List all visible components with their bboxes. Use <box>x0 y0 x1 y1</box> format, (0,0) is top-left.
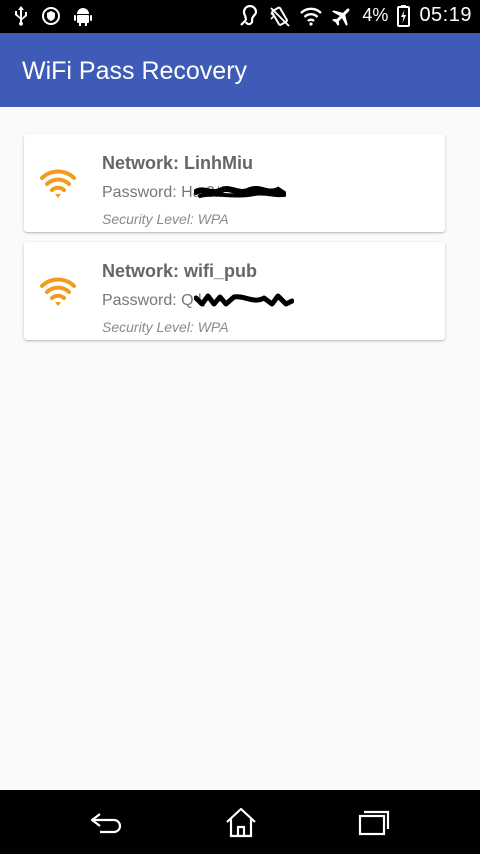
back-icon[interactable] <box>86 806 130 840</box>
usb-icon <box>14 6 28 31</box>
battery-icon <box>397 4 411 27</box>
network-name: Network: wifi_pub <box>102 261 258 281</box>
shield-icon <box>42 6 60 31</box>
battery-percent: 4% <box>362 5 389 25</box>
network-card[interactable]: Network: LinhMiu Password: Ha 3# Securit… <box>24 134 445 232</box>
network-list: Network: LinhMiu Password: Ha 3# Securit… <box>24 134 445 350</box>
redaction-scribble <box>194 186 286 198</box>
security-level: Security Level: WPA <box>102 211 229 227</box>
app-bar: WiFi Pass Recovery <box>0 33 480 107</box>
network-name: Network: LinhMiu <box>102 153 253 173</box>
wifi-signal-icon <box>300 6 323 26</box>
hearing-aid-icon <box>240 4 260 27</box>
network-password: Password: Q l, <box>102 292 207 309</box>
wifi-icon <box>40 169 76 198</box>
status-bar: 4% 05:19 <box>0 0 480 33</box>
recent-apps-icon[interactable] <box>351 806 395 840</box>
airplane-icon <box>331 5 353 27</box>
security-level: Security Level: WPA <box>102 319 229 335</box>
status-bar-right: 4% 05:19 <box>240 4 472 27</box>
status-bar-left <box>14 6 92 31</box>
home-icon[interactable] <box>219 806 263 840</box>
clock: 05:19 <box>419 4 472 26</box>
app-title: WiFi Pass Recovery <box>22 57 248 85</box>
redaction-scribble <box>194 293 294 307</box>
navigation-bar <box>0 790 480 854</box>
android-icon <box>74 6 92 31</box>
network-card[interactable]: Network: wifi_pub Password: Q l, Securit… <box>24 242 445 340</box>
wifi-icon <box>40 277 76 306</box>
vibrate-icon <box>269 5 291 27</box>
